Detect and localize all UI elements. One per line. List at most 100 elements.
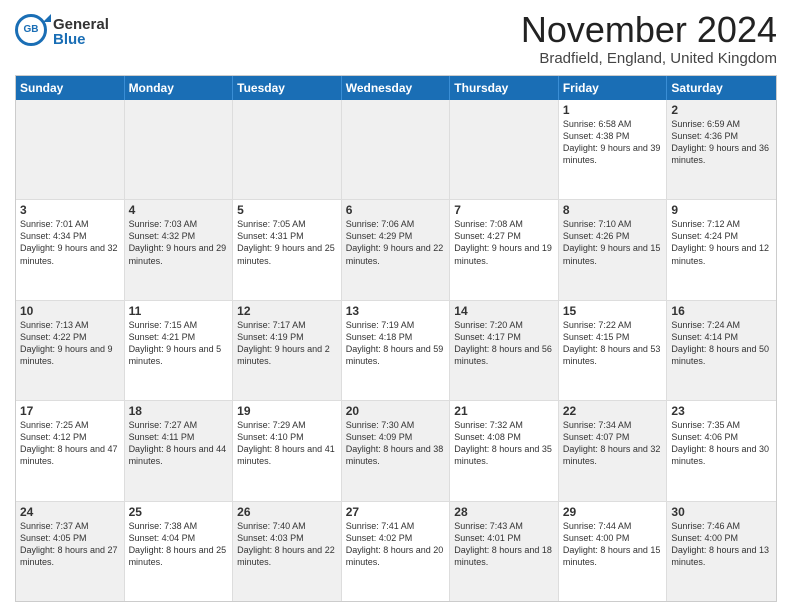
- day-info: Sunrise: 7:32 AM Sunset: 4:08 PM Dayligh…: [454, 419, 554, 468]
- day-number: 14: [454, 304, 554, 318]
- day-cell-14: 14Sunrise: 7:20 AM Sunset: 4:17 PM Dayli…: [450, 301, 559, 400]
- day-cell-20: 20Sunrise: 7:30 AM Sunset: 4:09 PM Dayli…: [342, 401, 451, 500]
- day-number: 30: [671, 505, 772, 519]
- day-cell-16: 16Sunrise: 7:24 AM Sunset: 4:14 PM Dayli…: [667, 301, 776, 400]
- empty-cell: [233, 100, 342, 199]
- day-info: Sunrise: 7:13 AM Sunset: 4:22 PM Dayligh…: [20, 319, 120, 368]
- day-cell-27: 27Sunrise: 7:41 AM Sunset: 4:02 PM Dayli…: [342, 502, 451, 601]
- day-cell-23: 23Sunrise: 7:35 AM Sunset: 4:06 PM Dayli…: [667, 401, 776, 500]
- week-row-1: 3Sunrise: 7:01 AM Sunset: 4:34 PM Daylig…: [16, 200, 776, 300]
- empty-cell: [342, 100, 451, 199]
- day-header-monday: Monday: [125, 76, 234, 100]
- day-cell-24: 24Sunrise: 7:37 AM Sunset: 4:05 PM Dayli…: [16, 502, 125, 601]
- day-number: 4: [129, 203, 229, 217]
- day-header-wednesday: Wednesday: [342, 76, 451, 100]
- day-info: Sunrise: 7:03 AM Sunset: 4:32 PM Dayligh…: [129, 218, 229, 267]
- day-cell-15: 15Sunrise: 7:22 AM Sunset: 4:15 PM Dayli…: [559, 301, 668, 400]
- day-number: 18: [129, 404, 229, 418]
- day-info: Sunrise: 7:24 AM Sunset: 4:14 PM Dayligh…: [671, 319, 772, 368]
- day-cell-3: 3Sunrise: 7:01 AM Sunset: 4:34 PM Daylig…: [16, 200, 125, 299]
- day-cell-28: 28Sunrise: 7:43 AM Sunset: 4:01 PM Dayli…: [450, 502, 559, 601]
- day-cell-4: 4Sunrise: 7:03 AM Sunset: 4:32 PM Daylig…: [125, 200, 234, 299]
- day-cell-5: 5Sunrise: 7:05 AM Sunset: 4:31 PM Daylig…: [233, 200, 342, 299]
- day-number: 25: [129, 505, 229, 519]
- day-info: Sunrise: 7:06 AM Sunset: 4:29 PM Dayligh…: [346, 218, 446, 267]
- day-info: Sunrise: 7:41 AM Sunset: 4:02 PM Dayligh…: [346, 520, 446, 569]
- week-row-0: 1Sunrise: 6:58 AM Sunset: 4:38 PM Daylig…: [16, 100, 776, 200]
- empty-cell: [16, 100, 125, 199]
- day-info: Sunrise: 7:30 AM Sunset: 4:09 PM Dayligh…: [346, 419, 446, 468]
- day-number: 26: [237, 505, 337, 519]
- day-cell-19: 19Sunrise: 7:29 AM Sunset: 4:10 PM Dayli…: [233, 401, 342, 500]
- day-info: Sunrise: 7:15 AM Sunset: 4:21 PM Dayligh…: [129, 319, 229, 368]
- title-block: November 2024 Bradfield, England, United…: [521, 10, 777, 67]
- day-number: 20: [346, 404, 446, 418]
- day-info: Sunrise: 7:27 AM Sunset: 4:11 PM Dayligh…: [129, 419, 229, 468]
- day-info: Sunrise: 7:35 AM Sunset: 4:06 PM Dayligh…: [671, 419, 772, 468]
- day-cell-8: 8Sunrise: 7:10 AM Sunset: 4:26 PM Daylig…: [559, 200, 668, 299]
- day-cell-25: 25Sunrise: 7:38 AM Sunset: 4:04 PM Dayli…: [125, 502, 234, 601]
- day-number: 3: [20, 203, 120, 217]
- month-title: November 2024: [521, 10, 777, 50]
- day-info: Sunrise: 7:46 AM Sunset: 4:00 PM Dayligh…: [671, 520, 772, 569]
- day-header-thursday: Thursday: [450, 76, 559, 100]
- day-number: 22: [563, 404, 663, 418]
- day-cell-7: 7Sunrise: 7:08 AM Sunset: 4:27 PM Daylig…: [450, 200, 559, 299]
- location: Bradfield, England, United Kingdom: [521, 50, 777, 67]
- day-info: Sunrise: 7:20 AM Sunset: 4:17 PM Dayligh…: [454, 319, 554, 368]
- day-number: 2: [671, 103, 772, 117]
- day-info: Sunrise: 7:44 AM Sunset: 4:00 PM Dayligh…: [563, 520, 663, 569]
- day-info: Sunrise: 7:25 AM Sunset: 4:12 PM Dayligh…: [20, 419, 120, 468]
- day-number: 10: [20, 304, 120, 318]
- logo: GB General Blue: [15, 10, 109, 50]
- day-info: Sunrise: 7:05 AM Sunset: 4:31 PM Dayligh…: [237, 218, 337, 267]
- day-number: 17: [20, 404, 120, 418]
- day-number: 1: [563, 103, 663, 117]
- page: GB General Blue November 2024 Bradfield,…: [0, 0, 792, 612]
- day-number: 9: [671, 203, 772, 217]
- day-header-saturday: Saturday: [667, 76, 776, 100]
- day-info: Sunrise: 7:43 AM Sunset: 4:01 PM Dayligh…: [454, 520, 554, 569]
- empty-cell: [125, 100, 234, 199]
- day-info: Sunrise: 7:40 AM Sunset: 4:03 PM Dayligh…: [237, 520, 337, 569]
- day-number: 28: [454, 505, 554, 519]
- day-info: Sunrise: 6:58 AM Sunset: 4:38 PM Dayligh…: [563, 118, 663, 167]
- calendar-header: SundayMondayTuesdayWednesdayThursdayFrid…: [16, 76, 776, 100]
- day-cell-2: 2Sunrise: 6:59 AM Sunset: 4:36 PM Daylig…: [667, 100, 776, 199]
- day-cell-30: 30Sunrise: 7:46 AM Sunset: 4:00 PM Dayli…: [667, 502, 776, 601]
- day-cell-1: 1Sunrise: 6:58 AM Sunset: 4:38 PM Daylig…: [559, 100, 668, 199]
- day-header-sunday: Sunday: [16, 76, 125, 100]
- day-info: Sunrise: 6:59 AM Sunset: 4:36 PM Dayligh…: [671, 118, 772, 167]
- header: GB General Blue November 2024 Bradfield,…: [15, 10, 777, 67]
- week-row-3: 17Sunrise: 7:25 AM Sunset: 4:12 PM Dayli…: [16, 401, 776, 501]
- day-info: Sunrise: 7:17 AM Sunset: 4:19 PM Dayligh…: [237, 319, 337, 368]
- day-number: 29: [563, 505, 663, 519]
- calendar: SundayMondayTuesdayWednesdayThursdayFrid…: [15, 75, 777, 602]
- day-number: 15: [563, 304, 663, 318]
- day-info: Sunrise: 7:08 AM Sunset: 4:27 PM Dayligh…: [454, 218, 554, 267]
- day-number: 13: [346, 304, 446, 318]
- day-number: 27: [346, 505, 446, 519]
- day-number: 24: [20, 505, 120, 519]
- day-number: 5: [237, 203, 337, 217]
- day-info: Sunrise: 7:29 AM Sunset: 4:10 PM Dayligh…: [237, 419, 337, 468]
- day-info: Sunrise: 7:12 AM Sunset: 4:24 PM Dayligh…: [671, 218, 772, 267]
- calendar-body: 1Sunrise: 6:58 AM Sunset: 4:38 PM Daylig…: [16, 100, 776, 601]
- logo-general: General: [53, 17, 109, 32]
- day-number: 11: [129, 304, 229, 318]
- day-number: 16: [671, 304, 772, 318]
- day-info: Sunrise: 7:34 AM Sunset: 4:07 PM Dayligh…: [563, 419, 663, 468]
- day-number: 8: [563, 203, 663, 217]
- day-cell-22: 22Sunrise: 7:34 AM Sunset: 4:07 PM Dayli…: [559, 401, 668, 500]
- day-number: 6: [346, 203, 446, 217]
- day-number: 23: [671, 404, 772, 418]
- day-info: Sunrise: 7:22 AM Sunset: 4:15 PM Dayligh…: [563, 319, 663, 368]
- day-cell-29: 29Sunrise: 7:44 AM Sunset: 4:00 PM Dayli…: [559, 502, 668, 601]
- day-header-tuesday: Tuesday: [233, 76, 342, 100]
- day-info: Sunrise: 7:19 AM Sunset: 4:18 PM Dayligh…: [346, 319, 446, 368]
- day-cell-9: 9Sunrise: 7:12 AM Sunset: 4:24 PM Daylig…: [667, 200, 776, 299]
- week-row-4: 24Sunrise: 7:37 AM Sunset: 4:05 PM Dayli…: [16, 502, 776, 601]
- day-cell-21: 21Sunrise: 7:32 AM Sunset: 4:08 PM Dayli…: [450, 401, 559, 500]
- day-number: 21: [454, 404, 554, 418]
- day-cell-13: 13Sunrise: 7:19 AM Sunset: 4:18 PM Dayli…: [342, 301, 451, 400]
